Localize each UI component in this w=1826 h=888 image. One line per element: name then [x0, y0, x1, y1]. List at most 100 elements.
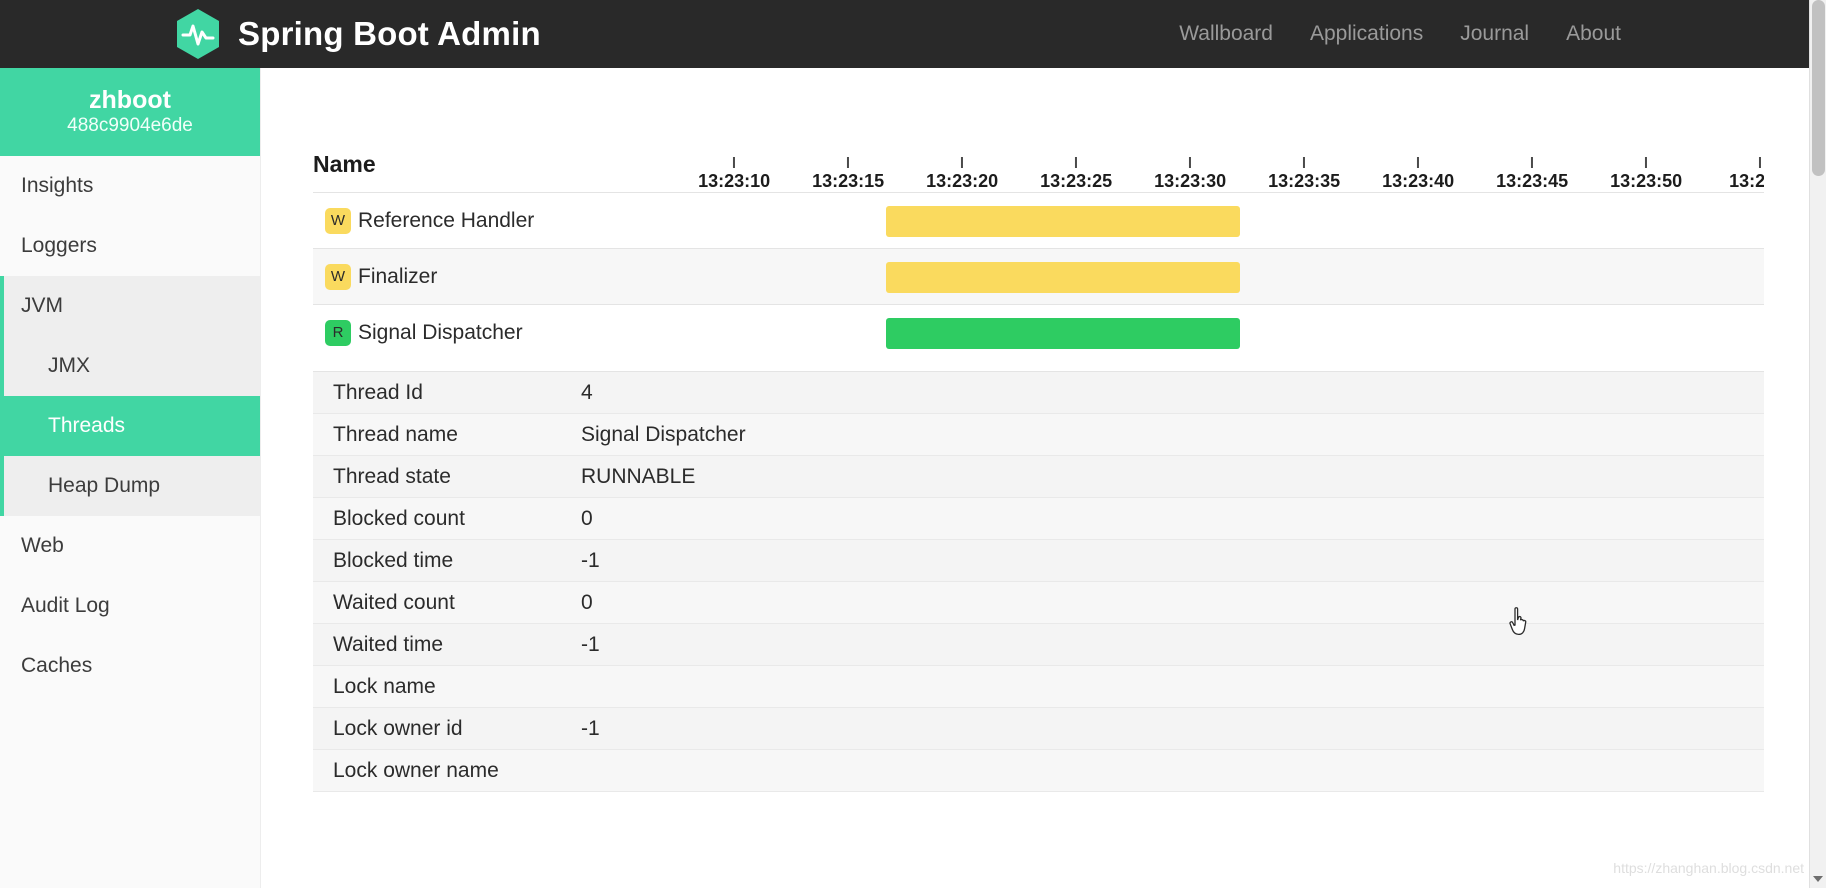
scroll-down-arrow-icon[interactable]	[1813, 876, 1823, 882]
thread-name-label: Signal Dispatcher	[358, 320, 523, 344]
thread-name-label: Finalizer	[358, 264, 438, 288]
tick-line	[1189, 157, 1192, 168]
sidebar-group-jvm: JVM JMX Threads Heap Dump	[0, 276, 260, 516]
thread-timeline-row[interactable]: R Signal Dispatcher	[313, 304, 1764, 360]
main-content: Name 13:23:10 13:23:15 13:23:20 13:23:25 13:…	[261, 68, 1826, 888]
time-axis-tick: 13:23:45	[1496, 157, 1568, 192]
time-axis-tick: 13:23:15	[812, 157, 884, 192]
thread-detail-value: 0	[581, 590, 593, 614]
sidebar: zhboot 488c9904e6de Insights Loggers JVM…	[0, 68, 261, 888]
sidebar-item-heap-dump[interactable]: Heap Dump	[4, 456, 260, 516]
heartbeat-hexagon-icon	[175, 8, 221, 60]
thread-timeline-track[interactable]	[673, 249, 1764, 305]
sidebar-item-audit-log[interactable]: Audit Log	[0, 576, 260, 636]
thread-detail-row: Lock name	[313, 666, 1764, 708]
nav-link-applications[interactable]: Applications	[1310, 22, 1423, 46]
nav-link-about[interactable]: About	[1566, 22, 1621, 46]
sidebar-item-threads[interactable]: Threads	[4, 396, 260, 456]
sidebar-item-loggers[interactable]: Loggers	[0, 216, 260, 276]
tick-line	[733, 157, 736, 168]
thread-detail-row: Blocked time -1	[313, 540, 1764, 582]
thread-detail-value: 0	[581, 506, 593, 530]
thread-detail-value: Signal Dispatcher	[581, 422, 746, 446]
time-axis-tick: 13:23:35	[1268, 157, 1340, 192]
thread-detail-row: Blocked count 0	[313, 498, 1764, 540]
thread-timeline-track[interactable]	[673, 193, 1764, 249]
thread-detail-key: Waited time	[333, 632, 444, 656]
thread-timeline-row[interactable]: W Finalizer	[313, 248, 1764, 304]
page-body: zhboot 488c9904e6de Insights Loggers JVM…	[0, 0, 1826, 888]
top-navbar: Spring Boot Admin Wallboard Applications…	[0, 0, 1826, 68]
thread-detail-value: -1	[581, 632, 600, 656]
sidebar-item-jvm[interactable]: JVM	[4, 276, 260, 336]
time-axis-tick: 13:23:40	[1382, 157, 1454, 192]
thread-detail-table: Thread Id 4 Thread name Signal Dispatcher Th…	[313, 371, 1764, 792]
application-instance-id: 488c9904e6de	[67, 115, 193, 137]
thread-state-bar[interactable]	[885, 261, 1241, 293]
nav-link-wallboard[interactable]: Wallboard	[1179, 22, 1273, 46]
thread-name-cell: W Reference Handler	[313, 207, 673, 234]
sidebar-item-caches[interactable]: Caches	[0, 636, 260, 696]
tick-label: 13:23:40	[1382, 171, 1455, 191]
threads-name-column-header: Name	[313, 151, 376, 177]
tick-label: 13:23:45	[1496, 171, 1569, 191]
tick-label: 13:23:50	[1610, 171, 1683, 191]
thread-name-cell: R Signal Dispatcher	[313, 319, 673, 346]
time-axis-tick: 13:23:10	[698, 157, 770, 192]
tick-label: 13:23:35	[1268, 171, 1341, 191]
tick-line	[1531, 157, 1534, 168]
tick-line	[1645, 157, 1648, 168]
thread-detail-row: Waited time -1	[313, 624, 1764, 666]
thread-timeline-row[interactable]: W Reference Handler	[313, 192, 1764, 248]
thread-state-bar[interactable]	[885, 317, 1241, 349]
thread-detail-row: Waited count 0	[313, 582, 1764, 624]
thread-detail-value: -1	[581, 548, 600, 572]
nav-links: Wallboard Applications Journal About	[1179, 22, 1621, 46]
thread-detail-key: Thread name	[333, 422, 458, 446]
thread-detail-key: Blocked count	[333, 506, 465, 530]
thread-detail-key: Thread state	[333, 464, 451, 488]
tick-line	[961, 157, 964, 168]
thread-state-badge: W	[325, 207, 351, 234]
thread-detail-row: Lock owner name	[313, 750, 1764, 792]
time-axis-tick: 13:23:50	[1610, 157, 1682, 192]
thread-detail-key: Lock owner id	[333, 716, 463, 740]
thread-detail-row: Thread Id 4	[313, 372, 1764, 414]
tick-line	[1303, 157, 1306, 168]
thread-detail-value: 4	[581, 380, 593, 404]
thread-name-label: Reference Handler	[358, 208, 535, 232]
threads-time-axis: 13:23:10 13:23:15 13:23:20 13:23:25 13:23:30…	[673, 146, 1764, 192]
thread-timeline-track[interactable]	[673, 305, 1764, 361]
thread-state-badge: R	[325, 319, 351, 346]
nav-link-journal[interactable]: Journal	[1460, 22, 1529, 46]
thread-state-bar[interactable]	[885, 205, 1241, 237]
sidebar-item-jmx[interactable]: JMX	[4, 336, 260, 396]
thread-detail-value: RUNNABLE	[581, 464, 696, 488]
application-name: zhboot	[89, 85, 171, 114]
thread-detail-row: Thread name Signal Dispatcher	[313, 414, 1764, 456]
tick-label: 13:23:10	[698, 171, 771, 191]
watermark: https://zhanghan.blog.csdn.net	[1613, 860, 1804, 876]
thread-detail-key: Thread Id	[333, 380, 423, 404]
tick-label: 13:23:30	[1154, 171, 1227, 191]
page-scrollbar[interactable]	[1809, 0, 1826, 888]
scrollbar-thumb[interactable]	[1812, 0, 1825, 176]
time-axis-tick: 13:23:30	[1154, 157, 1226, 192]
brand[interactable]: Spring Boot Admin	[175, 8, 541, 60]
tick-line	[847, 157, 850, 168]
thread-detail-value: -1	[581, 716, 600, 740]
thread-detail-key: Lock name	[333, 674, 436, 698]
tick-line	[1759, 157, 1762, 168]
tick-line	[1075, 157, 1078, 168]
brand-title: Spring Boot Admin	[238, 15, 541, 52]
threads-timeline-header: Name 13:23:10 13:23:15 13:23:20 13:23:25 13:…	[313, 94, 1764, 192]
sidebar-item-insights[interactable]: Insights	[0, 156, 260, 216]
application-card[interactable]: zhboot 488c9904e6de	[0, 68, 260, 156]
thread-detail-key: Lock owner name	[333, 758, 499, 782]
tick-label: 13:23:15	[812, 171, 885, 191]
tick-label: 13:23:20	[926, 171, 999, 191]
time-axis-tick: 13:23:25	[1040, 157, 1112, 192]
threads-timeline-rows: W Reference Handler W Finalizer R Signal Disp…	[313, 192, 1764, 360]
sidebar-item-web[interactable]: Web	[0, 516, 260, 576]
thread-detail-row: Lock owner id -1	[313, 708, 1764, 750]
